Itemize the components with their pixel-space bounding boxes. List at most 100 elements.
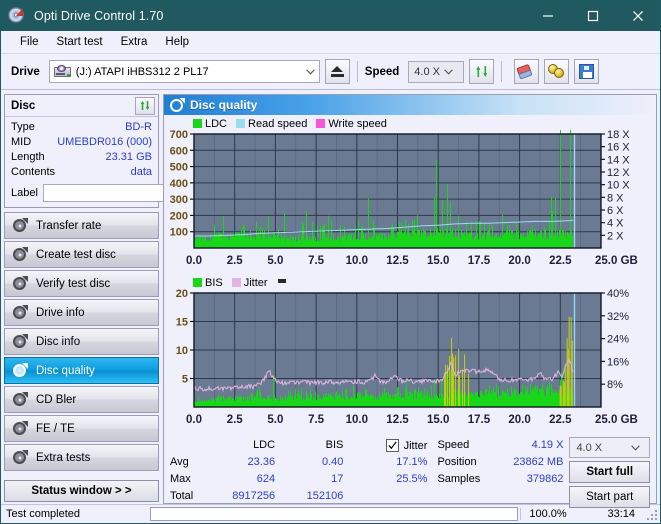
refresh-icon [474,64,489,79]
menu-help[interactable]: Help [156,34,198,50]
stats-samples-value: 379862 [526,473,564,485]
refresh-button[interactable] [469,59,495,84]
left-sidebar: Disc Type BD-R MID UMEBDR016 (000) Lengt… [4,94,246,504]
stats-column-jitter: Jitter 17.1% 25.5% [343,437,427,508]
drive-select-value: (J:) ATAPI iHBS312 2 PL17 [75,65,209,78]
content-area: Disc Type BD-R MID UMEBDR016 (000) Lengt… [1,90,660,508]
svg-text:400: 400 [170,178,188,190]
menu-extra[interactable]: Extra [112,34,157,50]
svg-text:2.5: 2.5 [227,414,244,426]
disc-refresh-button[interactable] [135,96,155,115]
eject-button[interactable] [324,59,350,84]
app-icon [8,7,26,25]
disc-test-icon [12,450,28,465]
svg-text:20.0: 20.0 [508,414,530,426]
svg-text:4 X: 4 X [607,218,624,230]
coins-icon [548,64,565,79]
legend-label: Write speed [328,117,387,130]
stats-ldc-total: 8917256 [232,490,276,502]
svg-text:300: 300 [170,194,188,206]
stats-column-ldc: LDC 23.36 624 8917256 [207,437,275,508]
sidebar-item-disc-quality[interactable]: Disc quality [4,357,159,384]
toolbar: Drive (J:) ATAPI iHBS312 2 PL17 Speed 4.… [1,54,660,90]
stats-row-labels: Avg Max Total [170,437,207,508]
refresh-icon [139,99,152,112]
stats-label-avg: Avg [170,456,189,468]
sidebar-label: Disc info [36,335,81,348]
disc-quality-panel: Disc quality LDC Read speed Write speed … [163,94,657,508]
svg-text:10.0: 10.0 [346,414,368,426]
disc-contents-value: data [130,166,152,178]
svg-text:700: 700 [170,130,188,141]
disc-mid-key: MID [11,136,32,148]
jitter-checkbox[interactable] [385,439,399,452]
svg-text:0.0: 0.0 [186,414,202,426]
svg-text:20.0: 20.0 [508,255,530,267]
jitter-label: Jitter [403,439,428,452]
panel-header: Disc quality [164,95,656,115]
svg-text:25.0 GB: 25.0 GB [595,255,638,267]
sidebar-item-verify-test-disc[interactable]: Verify test disc [4,270,159,297]
eject-icon [330,66,344,77]
legend-entry-bis: BIS [193,277,223,289]
legend-label: Jitter [243,276,268,289]
disc-row-length: Length 23.31 GB [11,150,152,165]
disc-quality-icon [170,97,185,112]
svg-text:0.0: 0.0 [186,255,202,267]
sidebar-label: Extra tests [36,451,91,464]
status-window-button[interactable]: Status window > > [4,480,159,502]
stats-ldc-max: 624 [256,473,276,485]
svg-text:18 X: 18 X [607,130,630,141]
sidebar-item-disc-info[interactable]: Disc info [4,328,159,355]
start-full-button[interactable]: Start full [569,461,650,483]
jitter-header: Jitter [343,437,427,454]
sidebar-item-create-test-disc[interactable]: Create test disc [4,241,159,268]
menu-file[interactable]: File [11,34,48,50]
drive-select[interactable]: (J:) ATAPI iHBS312 2 PL17 [48,60,320,83]
disc-test-icon [12,421,28,436]
sidebar-label: CD Bler [36,393,77,406]
svg-text:40%: 40% [607,289,629,300]
chevron-down-icon [627,444,644,451]
sidebar-item-transfer-rate[interactable]: Transfer rate [4,212,159,239]
close-icon[interactable] [615,1,660,31]
sidebar-item-drive-info[interactable]: Drive info [4,299,159,326]
toolbar-speed-select[interactable]: 4.0 X [408,60,465,83]
disc-row-contents: Contents data [11,165,152,180]
stats-panel: Avg Max Total LDC 23.36 624 8917256 BIS … [164,433,656,511]
stats-label-max: Max [170,473,191,485]
maximize-icon[interactable] [570,1,615,31]
disc-type-key: Type [11,121,35,133]
sidebar-item-extra-tests[interactable]: Extra tests [4,444,159,471]
sidebar-item-cd-bler[interactable]: CD Bler [4,386,159,413]
chart-bis-svg: 5 10 15 20 8% 16% 24% 32% 40% 0.0 2.5 5.0 7.5 10.0 12.… [176,289,638,426]
chart-bis-legend: BIS Jitter [164,276,656,289]
erase-button[interactable] [514,59,540,84]
charts-container: LDC Read speed Write speed 100 200 300 400 5… [164,115,656,433]
optical-drive-icon [53,65,71,78]
save-button[interactable] [574,59,600,84]
resize-grip-icon[interactable] [645,508,657,520]
stats-jitter-max: 25.5% [396,473,428,485]
test-speed-select[interactable]: 4.0 X [569,437,650,458]
stats-jitter-avg: 17.1% [396,456,428,468]
svg-text:12.5: 12.5 [386,414,409,426]
menu-start-test[interactable]: Start test [48,34,112,50]
svg-text:15.0: 15.0 [427,255,449,267]
svg-text:20: 20 [176,289,188,300]
stats-speed-key: Speed [437,439,470,451]
svg-text:10: 10 [176,345,188,357]
start-part-button[interactable]: Start part [569,486,650,508]
sidebar-item-fe-te[interactable]: FE / TE [4,415,159,442]
stats-header-bis: BIS [325,439,344,451]
legend-entry-write-speed: Write speed [316,118,387,130]
title-bar: Opti Drive Control 1.70 [1,1,660,31]
minimize-icon[interactable] [525,1,570,31]
stats-bis-max: 17 [331,473,344,485]
speed-label: Speed [364,65,400,78]
menu-bar: File Start test Extra Help [1,31,660,54]
sidebar-label: Drive info [36,306,85,319]
window-title: Opti Drive Control 1.70 [34,9,164,23]
svg-text:15.0: 15.0 [427,414,449,426]
bitsetting-button[interactable] [544,59,570,84]
